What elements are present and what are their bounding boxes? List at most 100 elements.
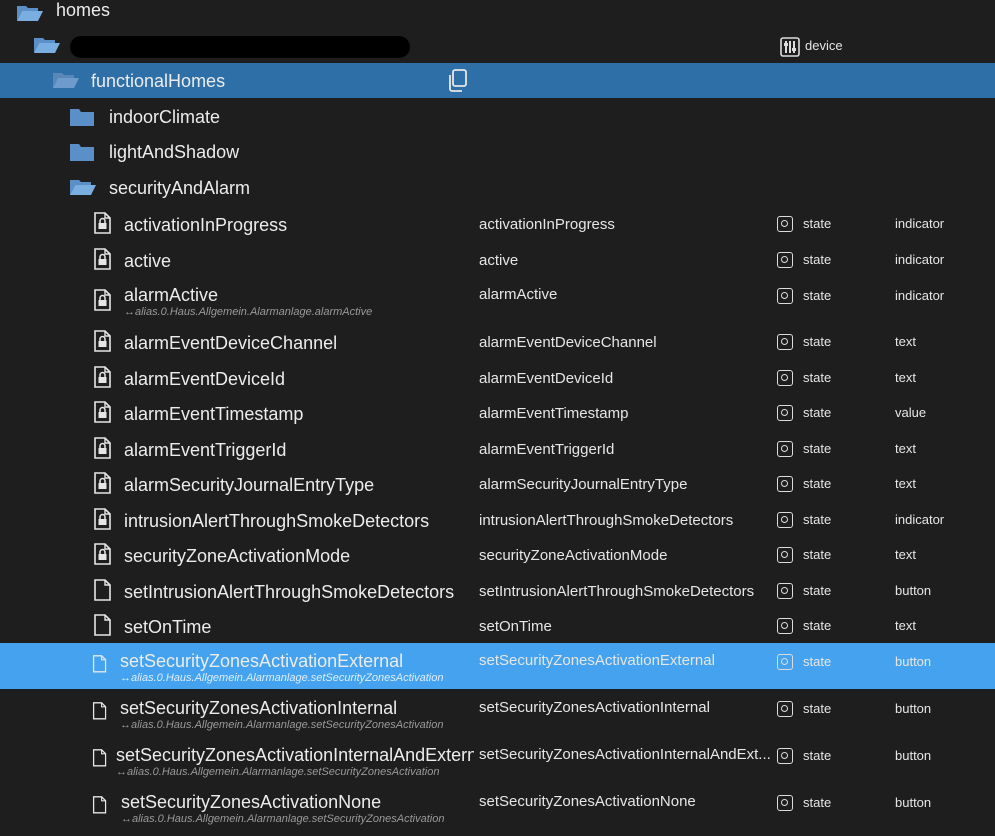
tree-label: indoorClimate xyxy=(109,107,221,127)
tree-row-state[interactable]: active active state indicator xyxy=(0,242,995,277)
state-file-icon xyxy=(92,655,107,673)
state-type-icon xyxy=(777,476,793,492)
state-id: alarmEventTriggerId xyxy=(479,441,615,458)
state-type: state xyxy=(803,701,832,716)
state-role: indicator xyxy=(895,512,945,527)
readonly-state-icon xyxy=(93,401,111,423)
state-id: setSecurityZonesActivationInternal xyxy=(479,699,710,716)
state-role: indicator xyxy=(895,252,945,267)
state-type-icon xyxy=(777,405,793,421)
state-id: active xyxy=(479,252,519,269)
state-type-icon xyxy=(777,288,793,304)
state-file-icon xyxy=(93,579,111,601)
folder-open-icon xyxy=(16,4,44,22)
tree-row-state[interactable]: setSecurityZonesActivationInternalAndExt… xyxy=(0,737,995,783)
state-name: alarmEventDeviceChannel xyxy=(124,333,338,353)
state-type-icon xyxy=(777,512,793,528)
state-id: setSecurityZonesActivationNone xyxy=(479,793,696,810)
state-alias: ↔alias.0.Haus.Allgemein.Alarmanlage.setS… xyxy=(120,672,444,684)
tree-row-state[interactable]: intrusionAlertThroughSmokeDetectors intru… xyxy=(0,502,995,537)
tree-row-state[interactable]: activationInProgress activationInProgress… xyxy=(0,206,995,241)
state-name: setSecurityZonesActivationInternal xyxy=(120,698,398,718)
tree-row-folder[interactable]: lightAndShadow xyxy=(0,135,995,169)
state-type-icon xyxy=(777,252,793,268)
state-type: state xyxy=(803,583,832,598)
state-role: text xyxy=(895,547,916,562)
state-name: alarmEventTriggerId xyxy=(124,440,287,460)
tree-row-device[interactable]: device xyxy=(0,30,995,62)
state-type-icon xyxy=(777,583,793,599)
state-type-icon xyxy=(777,795,793,811)
state-type: state xyxy=(803,547,832,562)
tree-row-state[interactable]: setOnTime setOnTime state text xyxy=(0,608,995,643)
state-id: intrusionAlertThroughSmokeDetectors xyxy=(479,512,734,529)
state-type-icon xyxy=(777,618,793,634)
state-name: setSecurityZonesActivationExternal xyxy=(120,651,404,671)
tree-label: lightAndShadow xyxy=(109,142,240,162)
tree-row-state[interactable]: setIntrusionAlertThroughSmokeDetectors se… xyxy=(0,573,995,608)
tree-row-state[interactable]: alarmEventDeviceId alarmEventDeviceId stat… xyxy=(0,360,995,395)
folder-icon xyxy=(69,142,95,162)
state-type: state xyxy=(803,441,832,456)
tree-row-state[interactable]: alarmSecurityJournalEntryType alarmSecuri… xyxy=(0,466,995,501)
state-name: active xyxy=(124,251,172,271)
readonly-state-icon xyxy=(93,543,111,565)
tree-row-state[interactable]: alarmActive ↔alias.0.Haus.Allgemein.Alarm… xyxy=(0,277,995,323)
state-file-icon xyxy=(92,749,107,767)
tree-row-folder[interactable]: indoorClimate xyxy=(0,100,995,134)
tree-row-state[interactable]: setSecurityZonesActivationExternal ↔alias… xyxy=(0,643,995,689)
state-id: alarmActive xyxy=(479,286,558,303)
state-alias: ↔alias.0.Haus.Allgemein.Alarmanlage.setS… xyxy=(121,813,445,825)
tree-row-homes[interactable]: homes xyxy=(0,0,995,26)
tree-label: functionalHomes xyxy=(91,71,226,91)
tree-row-state[interactable]: alarmEventTriggerId alarmEventTriggerId st… xyxy=(0,431,995,466)
state-name: alarmActive xyxy=(124,285,219,305)
state-name: setIntrusionAlertThroughSmokeDetectors xyxy=(124,582,455,602)
state-id: securityZoneActivationMode xyxy=(479,547,668,564)
state-name: alarmEventDeviceId xyxy=(124,369,286,389)
tree-row-functionalhomes[interactable]: functionalHomes xyxy=(0,63,995,98)
tree-row-state[interactable]: alarmEventTimestamp alarmEventTimestamp st… xyxy=(0,395,995,430)
state-type-icon xyxy=(777,216,793,232)
state-alias: ↔alias.0.Haus.Allgemein.Alarmanlage.setS… xyxy=(120,719,444,731)
tree-row-state[interactable]: setSecurityZonesActivationNone ↔alias.0.H… xyxy=(0,784,995,830)
state-name: activationInProgress xyxy=(124,215,288,235)
tree-label: securityAndAlarm xyxy=(109,178,251,198)
state-type: state xyxy=(803,334,832,349)
state-role: text xyxy=(895,334,916,349)
state-type-icon xyxy=(777,701,793,717)
tree-row-state[interactable]: alarmEventDeviceChannel alarmEventDeviceC… xyxy=(0,324,995,359)
folder-open-icon xyxy=(33,36,61,54)
state-role: text xyxy=(895,441,916,456)
state-role: indicator xyxy=(895,288,945,303)
state-id: alarmEventDeviceId xyxy=(479,370,614,387)
state-role: value xyxy=(895,405,927,420)
tree-row-state[interactable]: securityZoneActivationMode securityZoneAc… xyxy=(0,537,995,572)
readonly-state-icon xyxy=(93,330,111,352)
state-type: state xyxy=(803,370,832,385)
folder-open-icon xyxy=(52,71,80,89)
state-name: setSecurityZonesActivationInternalAndExt… xyxy=(116,745,474,765)
state-role: text xyxy=(895,618,916,633)
state-alias: ↔alias.0.Haus.Allgemein.Alarmanlage.alar… xyxy=(124,306,373,318)
state-role: indicator xyxy=(895,216,945,231)
device-icon xyxy=(780,37,800,57)
state-id: setSecurityZonesActivationExternal xyxy=(479,652,715,669)
readonly-state-icon xyxy=(93,472,111,494)
copy-icon[interactable] xyxy=(446,69,468,93)
tree-row-state[interactable]: setSecurityZonesActivationInternal ↔alias… xyxy=(0,690,995,736)
state-id: alarmSecurityJournalEntryType xyxy=(479,476,688,493)
state-type-icon xyxy=(777,654,793,670)
state-file-icon xyxy=(92,702,107,720)
state-name: securityZoneActivationMode xyxy=(124,546,351,566)
tree-row-folder[interactable]: securityAndAlarm xyxy=(0,171,995,205)
redacted-device-name xyxy=(70,36,410,58)
state-type-icon xyxy=(777,547,793,563)
state-file-icon xyxy=(92,796,107,814)
state-id: alarmEventTimestamp xyxy=(479,405,629,422)
state-name: intrusionAlertThroughSmokeDetectors xyxy=(124,511,430,531)
state-role: button xyxy=(895,701,932,716)
state-id: setSecurityZonesActivationInternalAndExt… xyxy=(479,746,771,763)
state-type: state xyxy=(803,618,832,633)
state-type: state xyxy=(803,252,832,267)
